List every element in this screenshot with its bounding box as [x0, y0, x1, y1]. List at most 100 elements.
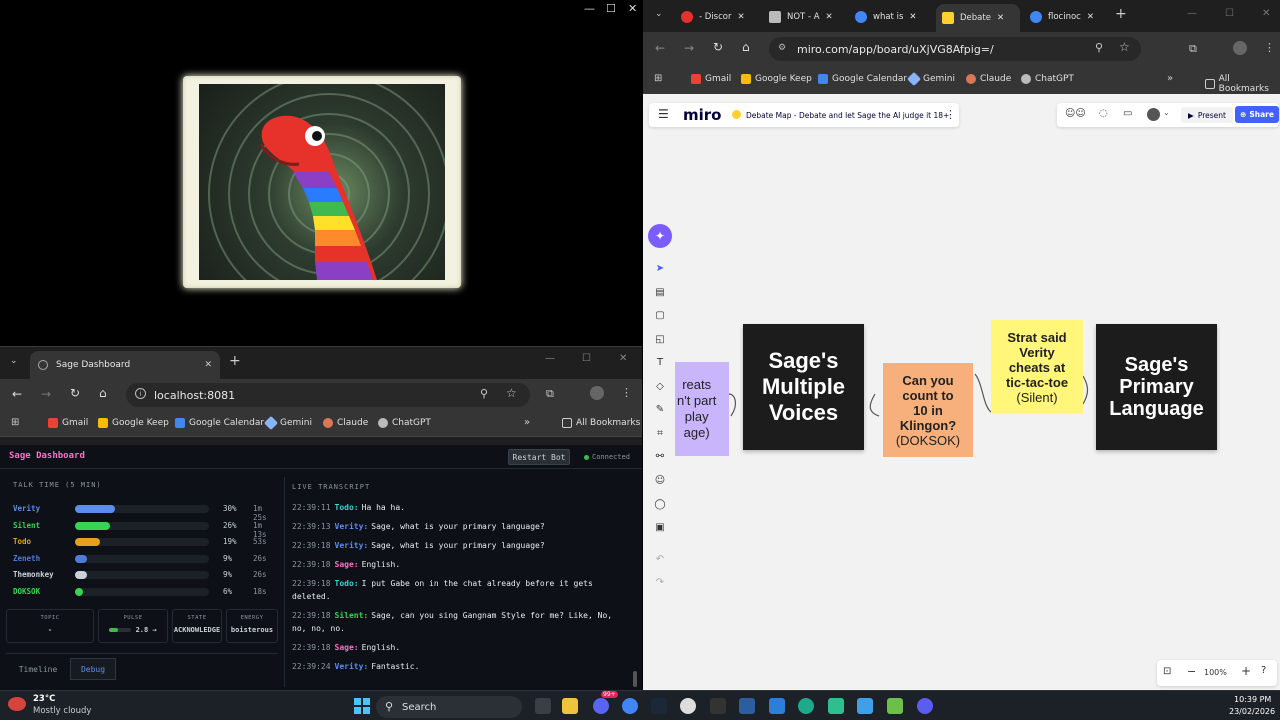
forward-arrow-icon[interactable]: → [684, 41, 694, 55]
app-icon-2[interactable] [798, 698, 814, 714]
back-arrow-icon[interactable]: ← [12, 387, 22, 401]
notepad-icon[interactable] [857, 698, 873, 714]
reload-icon[interactable]: ↻ [70, 386, 80, 400]
bookmarks-overflow-icon[interactable]: » [1167, 73, 1173, 84]
bookmark-gemini[interactable]: Gemini [906, 71, 955, 87]
close-tab-icon[interactable]: ✕ [826, 12, 833, 22]
tab-discord[interactable]: - Discor ✕ [681, 6, 761, 28]
profile-avatar[interactable] [1233, 41, 1247, 55]
tab-flocinoc[interactable]: flocinoc ✕ [1030, 6, 1104, 28]
bookmark-google-keep[interactable]: Google Keep [98, 418, 169, 428]
home-icon[interactable]: ⌂ [742, 40, 750, 54]
tab-debate[interactable]: Debate ✕ [936, 4, 1020, 32]
bookmark-gmail[interactable]: Gmail [48, 418, 88, 428]
close-tab-icon[interactable]: ✕ [737, 12, 744, 22]
bookmark-google-calendar[interactable]: Google Calendar [818, 74, 907, 84]
close-button[interactable]: ✕ [628, 2, 637, 15]
app-icon[interactable] [680, 698, 696, 714]
zoom-icon[interactable]: ⚲ [1095, 41, 1103, 54]
task-view-icon[interactable] [535, 698, 551, 714]
extensions-icon[interactable]: ⧉ [1189, 42, 1197, 56]
minimize-button[interactable]: — [584, 2, 595, 15]
tab-sage-dashboard[interactable]: Sage Dashboard ✕ [30, 351, 220, 379]
weather-desc[interactable]: Mostly cloudy [33, 706, 91, 716]
bookmark-claude[interactable]: Claude [323, 418, 368, 428]
new-tab-button[interactable]: + [1115, 6, 1127, 22]
sticky-note-primary-language[interactable]: Sage's Primary Language [1096, 324, 1217, 450]
bookmark-star-icon[interactable]: ☆ [506, 386, 517, 400]
restart-bot-button[interactable]: Restart Bot [508, 449, 570, 465]
close-tab-icon[interactable]: ✕ [1087, 12, 1094, 22]
taskbar-search[interactable]: ⚲ Search [376, 696, 522, 718]
minimize-button[interactable]: — [1187, 8, 1197, 19]
bookmarks-overflow-icon[interactable]: » [524, 417, 530, 428]
maximize-button[interactable]: ☐ [582, 353, 591, 364]
zoom-in-icon[interactable]: + [1241, 664, 1251, 678]
sticky-note-klingon[interactable]: Can you count to 10 in Klingon? (DOKSOK) [883, 363, 973, 457]
bookmark-claude[interactable]: Claude [966, 74, 1011, 84]
zoom-icon[interactable]: ⚲ [480, 387, 488, 400]
tab-search-chevron-icon[interactable]: ⌄ [655, 9, 663, 19]
sticky-note-strat[interactable]: Strat said Verity cheats at tic-tac-toe … [991, 320, 1083, 414]
extensions-icon[interactable]: ⧉ [546, 387, 554, 401]
bookmark-chatgpt[interactable]: ChatGPT [378, 418, 431, 428]
all-bookmarks[interactable]: All Bookmarks [1205, 74, 1280, 94]
windows-start-icon[interactable] [354, 698, 370, 714]
steam-icon[interactable] [651, 698, 667, 714]
reload-icon[interactable]: ↻ [713, 40, 723, 54]
app-icon-3[interactable] [828, 698, 844, 714]
clock-time[interactable]: 10:39 PM [1234, 695, 1271, 704]
site-info-icon[interactable]: i [135, 388, 146, 399]
profile-avatar[interactable] [590, 386, 604, 400]
app-icon-4[interactable] [887, 698, 903, 714]
menu-kebab-icon[interactable]: ⋮ [621, 386, 632, 399]
miro-board-canvas[interactable]: ☰ miro Debate Map - Debate and let Sage … [643, 94, 1280, 690]
apps-grid-icon[interactable]: ⊞ [11, 417, 19, 428]
terminal-icon[interactable] [710, 698, 726, 714]
clock-date[interactable]: 23/02/2026 [1229, 707, 1275, 716]
sticky-note-multiple-voices[interactable]: Sage's Multiple Voices [743, 324, 864, 450]
bookmark-google-keep[interactable]: Google Keep [741, 74, 812, 84]
app-icon-5[interactable] [917, 698, 933, 714]
close-window-button[interactable]: ✕ [1262, 8, 1270, 19]
bookmark-star-icon[interactable]: ☆ [1119, 40, 1130, 54]
forward-arrow-icon[interactable]: → [41, 387, 51, 401]
chrome-icon[interactable] [622, 698, 638, 714]
minimize-button[interactable]: — [545, 353, 555, 364]
new-tab-button[interactable]: + [229, 353, 241, 369]
file-explorer-icon[interactable] [562, 698, 578, 714]
close-tab-icon[interactable]: ✕ [909, 12, 916, 22]
zoom-out-icon[interactable]: − [1187, 665, 1196, 678]
bookmark-gmail[interactable]: Gmail [691, 74, 731, 84]
tab-search-chevron-icon[interactable]: ⌄ [10, 356, 18, 366]
maximize-button[interactable]: ☐ [1225, 8, 1234, 19]
maximize-button[interactable]: ☐ [606, 2, 616, 15]
bookmark-chatgpt[interactable]: ChatGPT [1021, 74, 1074, 84]
close-window-button[interactable]: ✕ [619, 353, 627, 364]
menu-kebab-icon[interactable]: ⋮ [1264, 41, 1275, 54]
transcript-scrollbar[interactable] [633, 671, 637, 687]
sticky-note-cheats[interactable]: reats n't part play age) [675, 362, 729, 456]
fit-to-screen-icon[interactable]: ⊡ [1163, 666, 1171, 677]
weather-temp[interactable]: 23°C [33, 694, 55, 704]
tab-debug[interactable]: Debug [70, 658, 116, 680]
site-settings-icon[interactable]: ⚙ [778, 43, 786, 53]
close-tab-icon[interactable]: ✕ [997, 13, 1004, 23]
powershell-icon[interactable] [739, 698, 755, 714]
tab-not-a[interactable]: NOT - A ✕ [769, 6, 839, 28]
address-bar[interactable]: ⚙ miro.com/app/board/uXjVG8Afpig=/ ⚲ ☆ [769, 37, 1141, 61]
back-arrow-icon[interactable]: ← [655, 41, 665, 55]
bookmark-google-calendar[interactable]: Google Calendar [175, 418, 264, 428]
close-tab-icon[interactable]: ✕ [204, 360, 212, 370]
vscode-icon[interactable] [769, 698, 785, 714]
all-bookmarks[interactable]: All Bookmarks [562, 418, 640, 428]
apps-grid-icon[interactable]: ⊞ [654, 73, 662, 84]
bookmark-gemini[interactable]: Gemini [263, 415, 312, 431]
help-icon[interactable]: ? [1261, 665, 1266, 676]
address-bar[interactable]: i localhost:8081 ⚲ ☆ [126, 383, 530, 407]
home-icon[interactable]: ⌂ [99, 386, 107, 400]
zoom-level[interactable]: 100% [1204, 668, 1227, 677]
discord-icon[interactable] [593, 698, 609, 714]
tab-what-is[interactable]: what is ✕ [855, 6, 929, 28]
tab-timeline[interactable]: Timeline [6, 658, 70, 680]
